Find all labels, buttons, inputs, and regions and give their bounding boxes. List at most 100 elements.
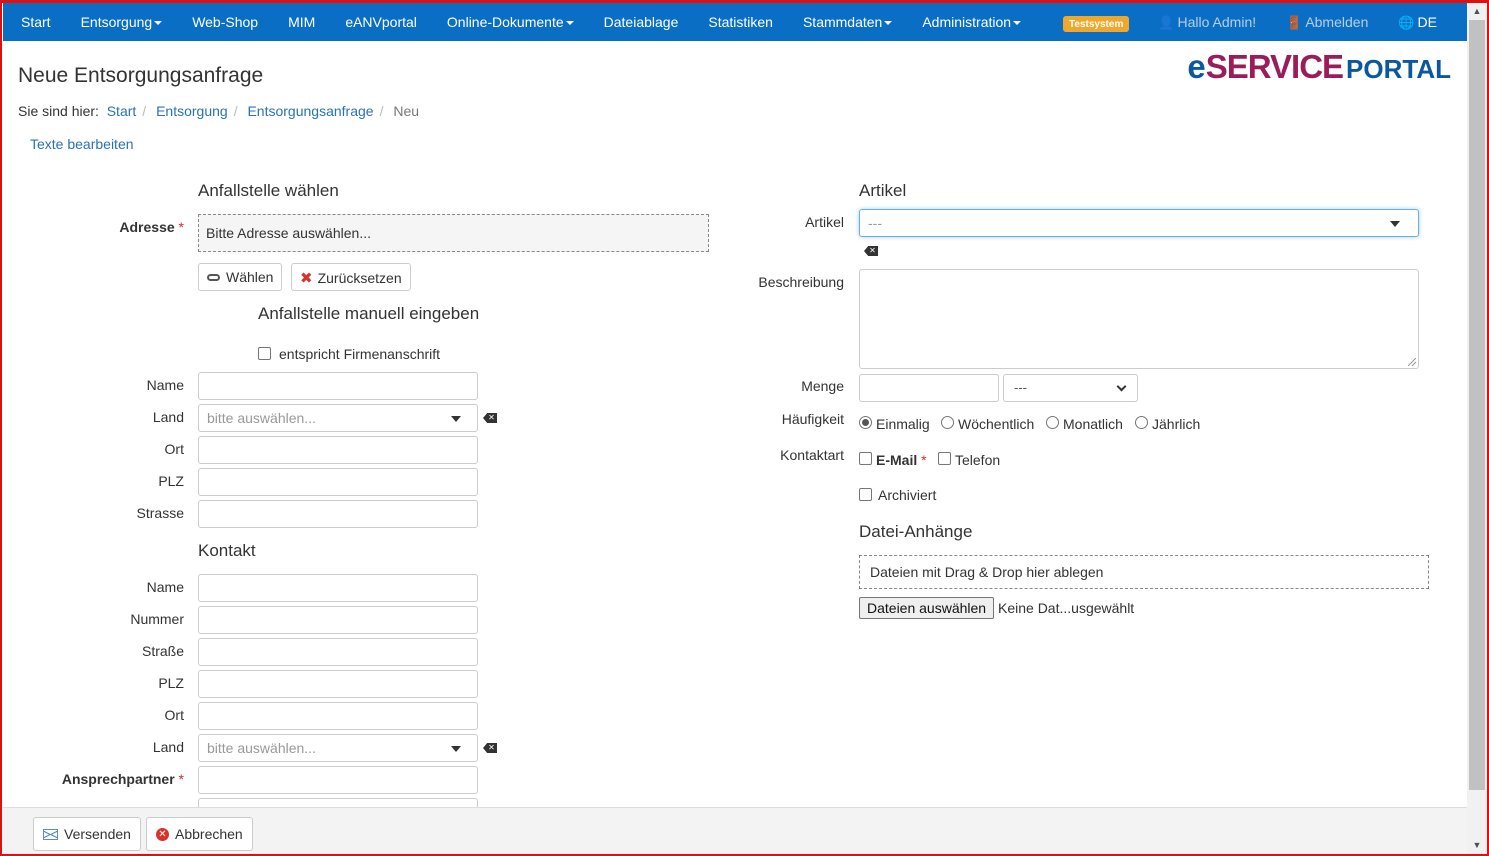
contact-email-checkbox[interactable] — [859, 452, 872, 465]
breadcrumb-start[interactable]: Start — [107, 103, 137, 119]
same-as-company-checkbox[interactable] — [258, 347, 271, 360]
contact-name-input[interactable] — [198, 574, 478, 602]
contact-type-label: Kontaktart — [780, 447, 844, 463]
clear-contact-country-icon[interactable]: ✕ — [483, 743, 497, 753]
article-select[interactable]: --- — [859, 209, 1419, 237]
vertical-scrollbar[interactable]: ▲ ▼ — [1467, 3, 1487, 854]
breadcrumb-entsorgungsanfrage[interactable]: Entsorgungsanfrage — [247, 103, 373, 119]
dropdown-arrow-icon — [451, 746, 461, 752]
cancel-circle-icon: ✕ — [156, 827, 169, 841]
frequency-label: Häufigkeit — [781, 411, 844, 427]
archived-checkbox[interactable] — [859, 488, 872, 501]
location-city-label: Ort — [164, 441, 184, 457]
nav-web-shop[interactable]: Web-Shop — [177, 3, 273, 41]
location-zip-label: PLZ — [158, 473, 184, 489]
contact-email-label: E-Mail * — [876, 452, 927, 468]
location-name-input[interactable] — [198, 372, 478, 400]
breadcrumb: Sie sind hier: Start / Entsorgung / Entsor… — [18, 103, 420, 119]
contact-country-select[interactable]: bitte auswählen... — [198, 734, 478, 762]
breadcrumb-prefix: Sie sind hier: — [18, 103, 99, 119]
caret-down-icon — [565, 21, 574, 26]
caret-down-icon — [884, 21, 893, 26]
contact-number-input[interactable] — [198, 606, 478, 634]
frequency-monthly-radio[interactable] — [1046, 416, 1059, 429]
nav-mim[interactable]: MIM — [273, 3, 330, 41]
nav-statistiken[interactable]: Statistiken — [693, 3, 788, 41]
nav-entsorgung[interactable]: Entsorgung — [66, 3, 178, 41]
contact-number-label: Nummer — [130, 611, 184, 627]
resize-grip-icon[interactable] — [1408, 358, 1416, 366]
close-icon: ✖ — [300, 270, 313, 287]
globe-icon: 🌐 — [1398, 14, 1415, 30]
link-icon — [207, 273, 220, 281]
contact-country-label: Land — [152, 739, 184, 755]
eservice-portal-logo: eSERVICE PORTAL — [1187, 48, 1451, 85]
file-dropzone[interactable]: Dateien mit Drag & Drop hier ablegen — [859, 555, 1429, 589]
contact-city-input[interactable] — [198, 702, 478, 730]
frequency-once-radio[interactable] — [859, 416, 872, 429]
reset-address-button[interactable]: ✖ Zurücksetzen — [291, 263, 411, 291]
article-title: Artikel — [859, 181, 907, 200]
address-label: Adresse * — [119, 219, 184, 235]
choose-address-button[interactable]: Wählen — [198, 263, 283, 291]
manual-location-title: Anfallstelle manuell eingeben — [258, 304, 480, 323]
caret-down-icon — [1013, 21, 1022, 26]
breadcrumb-entsorgung[interactable]: Entsorgung — [156, 103, 228, 119]
location-name-label: Name — [146, 377, 184, 393]
contact-phone-label: Telefon — [955, 452, 1001, 468]
nav-start[interactable]: Start — [3, 3, 66, 41]
contact-phone-checkbox[interactable] — [938, 452, 951, 465]
frequency-weekly-radio[interactable] — [941, 416, 954, 429]
send-button[interactable]: Versenden — [33, 817, 141, 851]
top-navbar: Start Entsorgung Web-Shop MIM eANVportal… — [3, 3, 1467, 41]
unit-select[interactable]: --- — [1003, 374, 1138, 402]
file-status-text: Keine Dat...usgewählt — [998, 600, 1135, 616]
edit-texts-link[interactable]: Texte bearbeiten — [30, 136, 134, 152]
archived-label: Archiviert — [878, 487, 937, 503]
location-zip-input[interactable] — [198, 468, 478, 496]
choose-files-button[interactable]: Dateien auswählen — [859, 597, 995, 619]
location-city-input[interactable] — [198, 436, 478, 464]
nav-online-dokumente[interactable]: Online-Dokumente — [432, 3, 589, 41]
envelope-icon — [43, 828, 58, 840]
nav-stammdaten[interactable]: Stammdaten — [788, 3, 907, 41]
contact-person-input[interactable] — [198, 766, 478, 794]
nav-administration[interactable]: Administration — [907, 3, 1036, 41]
dropdown-arrow-icon — [1390, 221, 1400, 227]
frequency-weekly-label: Wöchentlich — [958, 416, 1035, 432]
scroll-down-arrow-icon[interactable]: ▼ — [1467, 837, 1487, 854]
logout-link[interactable]: 🚪 Abmelden — [1271, 14, 1383, 31]
user-greeting[interactable]: 👤 Hallo Admin! — [1143, 14, 1271, 31]
quantity-label: Menge — [801, 378, 844, 394]
language-switch[interactable]: 🌐 DE — [1383, 14, 1467, 31]
contact-zip-input[interactable] — [198, 670, 478, 698]
choose-location-title: Anfallstelle wählen — [198, 181, 339, 200]
frequency-yearly-radio[interactable] — [1135, 416, 1148, 429]
nav-dateiablage[interactable]: Dateiablage — [589, 3, 694, 41]
contact-title: Kontakt — [198, 541, 256, 560]
location-street-input[interactable] — [198, 500, 478, 528]
contact-street-input[interactable] — [198, 638, 478, 666]
contact-street-label: Straße — [141, 643, 184, 659]
location-country-label: Land — [152, 409, 184, 425]
dropdown-arrow-icon — [451, 416, 461, 422]
cancel-button[interactable]: ✕ Abbrechen — [146, 817, 253, 851]
description-textarea[interactable] — [859, 269, 1419, 369]
clear-article-icon[interactable]: ✕ — [864, 246, 878, 256]
contact-person-label: Ansprechpartner * — [61, 771, 184, 787]
test-system-badge: Testsystem — [1063, 16, 1130, 32]
same-as-company-label: entspricht Firmenanschrift — [279, 346, 441, 362]
scroll-thumb[interactable] — [1469, 20, 1485, 790]
frequency-yearly-label: Jährlich — [1152, 416, 1201, 432]
address-select-box[interactable]: Bitte Adresse auswählen... — [198, 214, 709, 252]
frequency-once-label: Einmalig — [876, 416, 930, 432]
clear-country-icon[interactable]: ✕ — [483, 413, 497, 423]
quantity-input[interactable] — [859, 374, 999, 402]
location-country-select[interactable]: bitte auswählen... — [198, 404, 478, 432]
nav-eanvportal[interactable]: eANVportal — [330, 3, 432, 41]
footer-bar: Versenden ✕ Abbrechen — [3, 807, 1467, 856]
scroll-up-arrow-icon[interactable]: ▲ — [1467, 3, 1487, 20]
contact-name-label: Name — [146, 579, 184, 595]
page-title: Neue Entsorgungsanfrage — [18, 64, 264, 87]
breadcrumb-current: Neu — [393, 103, 420, 119]
